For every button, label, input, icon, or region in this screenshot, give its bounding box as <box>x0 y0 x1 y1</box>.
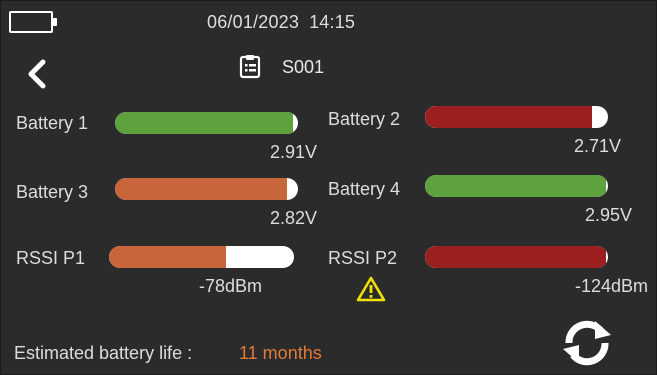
estimated-battery-life-value: 11 months <box>239 343 322 363</box>
battery-1-value: 2.91V <box>269 142 317 162</box>
warning-triangle-icon <box>356 276 386 302</box>
rssi-p2-bar-fill <box>425 246 607 268</box>
chevron-left-icon[interactable] <box>23 57 53 91</box>
battery-outline-icon <box>9 11 57 33</box>
clipboard-icon <box>239 55 261 79</box>
battery-4-label: Battery 4 <box>328 179 401 199</box>
date-time: 06/01/2023 14:15 <box>207 12 355 33</box>
rssi-p2-label: RSSI P2 <box>328 248 398 268</box>
battery-3-bar <box>115 178 298 200</box>
battery-4-bar <box>425 175 608 197</box>
battery-1-bar <box>115 112 298 134</box>
battery-2-value: 2.71V <box>573 136 621 156</box>
sensor-id: S001 <box>282 57 325 77</box>
battery-2-bar <box>425 106 608 128</box>
date-text: 06/01/2023 <box>207 12 300 32</box>
battery-1-label: Battery 1 <box>16 113 89 133</box>
rssi-p2-bar <box>425 246 608 268</box>
battery-3-bar-fill <box>115 178 288 200</box>
battery-3-value: 2.82V <box>269 208 317 228</box>
rssi-p1-label: RSSI P1 <box>16 248 86 268</box>
battery-2-label: Battery 2 <box>328 109 401 129</box>
battery-4-bar-fill <box>425 175 607 197</box>
rssi-p1-bar-fill <box>109 246 226 268</box>
refresh-icon[interactable] <box>559 315 615 369</box>
battery-2-bar-fill <box>425 106 592 128</box>
estimated-battery-life-label: Estimated battery life : <box>14 343 193 363</box>
rssi-p2-value: -124dBm <box>574 276 648 296</box>
rssi-p1-value: -78dBm <box>198 276 262 296</box>
time-text: 14:15 <box>309 12 356 32</box>
battery-3-label: Battery 3 <box>16 182 89 202</box>
device-screen: 06/01/2023 14:15 S001 Battery 1 2.91V Bat… <box>0 0 657 375</box>
rssi-p1-bar <box>109 246 294 268</box>
battery-4-value: 2.95V <box>584 205 632 225</box>
battery-1-bar-fill <box>115 112 293 134</box>
